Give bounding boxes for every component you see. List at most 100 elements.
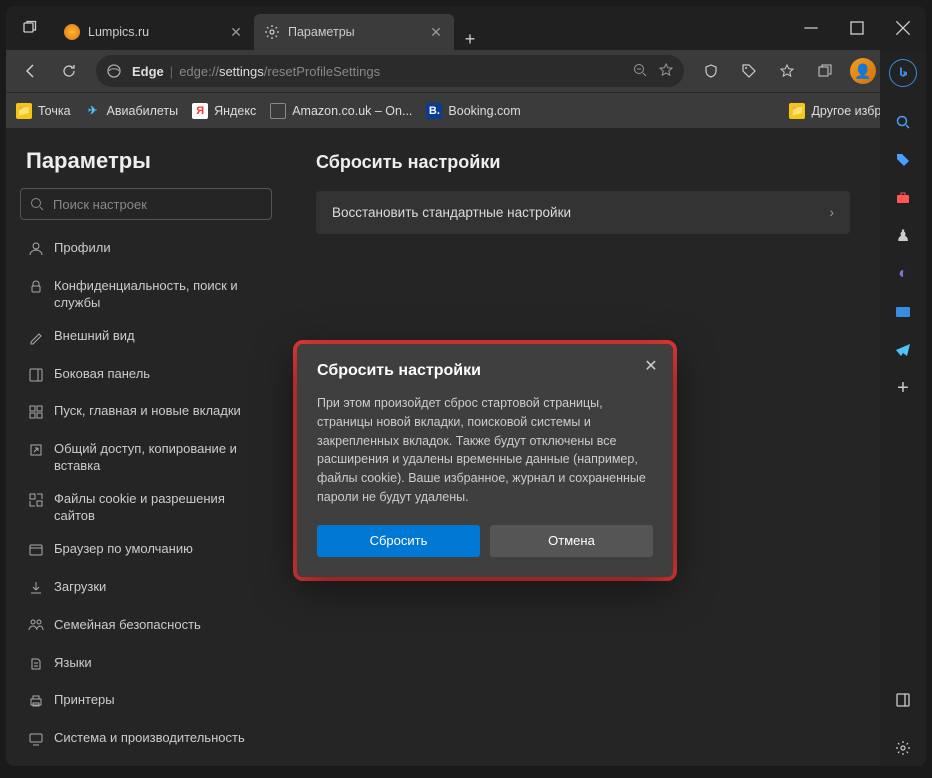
- nav-item-12[interactable]: Система и производительность: [20, 722, 272, 760]
- nav-icon: [28, 693, 44, 714]
- nav-icon: [28, 580, 44, 601]
- close-icon[interactable]: ✕: [428, 24, 444, 40]
- nav-item-3[interactable]: Боковая панель: [20, 358, 272, 396]
- nav-item-8[interactable]: Загрузки: [20, 571, 272, 609]
- tracking-button[interactable]: [694, 54, 728, 88]
- sidebar-telegram-button[interactable]: [880, 332, 926, 368]
- nav-label: Система и производительность: [54, 730, 245, 747]
- nav-icon: [28, 731, 44, 752]
- bing-chat-button[interactable]: [880, 50, 926, 96]
- tab-lumpics[interactable]: Lumpics.ru ✕: [54, 14, 254, 50]
- sidebar-shopping-button[interactable]: [880, 142, 926, 178]
- collections-button[interactable]: [808, 54, 842, 88]
- sidebar-search-button[interactable]: [880, 104, 926, 140]
- bookmark-tochka[interactable]: 📁Точка: [16, 103, 71, 119]
- bookmark-amazon[interactable]: Amazon.co.uk – On...: [270, 103, 412, 119]
- plane-icon: ✈: [85, 103, 101, 119]
- settings-search-input[interactable]: Поиск настроек: [20, 188, 272, 220]
- nav-item-9[interactable]: Семейная безопасность: [20, 609, 272, 647]
- favorites-button[interactable]: [770, 54, 804, 88]
- avatar-icon: 👤: [850, 58, 876, 84]
- toolbar: Edge | edge://settings/resetProfileSetti…: [6, 50, 926, 92]
- maximize-button[interactable]: [834, 6, 880, 50]
- nav-icon: [28, 442, 44, 463]
- main-title: Сбросить настройки: [316, 152, 850, 173]
- nav-label: Загрузки: [54, 579, 106, 596]
- nav-item-4[interactable]: Пуск, главная и новые вкладки: [20, 395, 272, 433]
- nav-icon: [28, 542, 44, 563]
- bookmark-booking[interactable]: B.Booking.com: [426, 103, 520, 119]
- sidebar-tools-button[interactable]: [880, 180, 926, 216]
- dialog-body: При этом произойдет сброс стартовой стра…: [317, 394, 653, 507]
- nav-label: Конфиденциальность, поиск и службы: [54, 278, 264, 312]
- nav-label: Пуск, главная и новые вкладки: [54, 403, 241, 420]
- nav-item-1[interactable]: Конфиденциальность, поиск и службы: [20, 270, 272, 320]
- nav-icon: [28, 492, 44, 513]
- dialog-close-button[interactable]: ✕: [641, 356, 661, 376]
- nav-item-2[interactable]: Внешний вид: [20, 320, 272, 358]
- edge-icon: [106, 63, 122, 79]
- gear-icon: [264, 24, 280, 40]
- nav-item-5[interactable]: Общий доступ, копирование и вставка: [20, 433, 272, 483]
- chevron-right-icon: ›: [830, 205, 835, 220]
- nav-label: Семейная безопасность: [54, 617, 201, 634]
- zoom-icon[interactable]: [632, 62, 648, 81]
- sidebar-outlook-button[interactable]: [880, 294, 926, 330]
- restore-defaults-row[interactable]: Восстановить стандартные настройки ›: [316, 191, 850, 234]
- nav-item-7[interactable]: Браузер по умолчанию: [20, 533, 272, 571]
- nav-item-6[interactable]: Файлы cookie и разрешения сайтов: [20, 483, 272, 533]
- nav-label: Боковая панель: [54, 366, 150, 383]
- bookmarks-bar: 📁Точка ✈Авиабилеты ЯЯндекс Amazon.co.uk …: [6, 92, 926, 128]
- close-button[interactable]: [880, 6, 926, 50]
- tabs: Lumpics.ru ✕ Параметры ✕ +: [54, 6, 788, 50]
- tab-actions-button[interactable]: [6, 6, 54, 50]
- nav-item-10[interactable]: Языки: [20, 647, 272, 685]
- close-icon[interactable]: ✕: [228, 24, 244, 40]
- nav-icon: [28, 367, 44, 388]
- sidebar-settings-button[interactable]: [880, 730, 926, 766]
- back-button[interactable]: [14, 54, 48, 88]
- minimize-button[interactable]: [788, 6, 834, 50]
- nav-item-13[interactable]: Сбросить настройки: [20, 760, 272, 766]
- window-controls: [788, 6, 926, 50]
- reset-button[interactable]: Сбросить: [317, 525, 480, 557]
- dialog-actions: Сбросить Отмена: [317, 525, 653, 557]
- refresh-button[interactable]: [52, 54, 86, 88]
- folder-icon: 📁: [789, 103, 805, 119]
- titlebar: Lumpics.ru ✕ Параметры ✕ +: [6, 6, 926, 50]
- tab-title: Параметры: [288, 25, 420, 39]
- sidebar-games-button[interactable]: ♟: [880, 218, 926, 254]
- url-text: edge://settings/resetProfileSettings: [179, 64, 380, 79]
- browser-window: Lumpics.ru ✕ Параметры ✕ + Edge | edg: [6, 6, 926, 766]
- profile-button[interactable]: 👤: [846, 54, 880, 88]
- favorite-icon[interactable]: [658, 62, 674, 81]
- address-bar[interactable]: Edge | edge://settings/resetProfileSetti…: [96, 55, 684, 87]
- nav-item-11[interactable]: Принтеры: [20, 684, 272, 722]
- settings-title: Параметры: [20, 148, 272, 174]
- new-tab-button[interactable]: +: [454, 29, 486, 50]
- nav-label: Языки: [54, 655, 92, 672]
- nav-label: Принтеры: [54, 692, 115, 709]
- reset-dialog: ✕ Сбросить настройки При этом произойдет…: [297, 344, 673, 577]
- nav-label: Браузер по умолчанию: [54, 541, 193, 558]
- nav-item-0[interactable]: Профили: [20, 232, 272, 270]
- yandex-icon: Я: [192, 103, 208, 119]
- tab-settings[interactable]: Параметры ✕: [254, 14, 454, 50]
- nav-label: Файлы cookie и разрешения сайтов: [54, 491, 264, 525]
- cancel-button[interactable]: Отмена: [490, 525, 653, 557]
- dialog-title: Сбросить настройки: [317, 362, 653, 380]
- price-button[interactable]: [732, 54, 766, 88]
- bookmark-yandex[interactable]: ЯЯндекс: [192, 103, 256, 119]
- bookmark-aviasales[interactable]: ✈Авиабилеты: [85, 103, 179, 119]
- nav-icon: [28, 618, 44, 639]
- tabs-icon: [22, 20, 38, 36]
- brand-label: Edge: [132, 64, 164, 79]
- highlight-annotation: ✕ Сбросить настройки При этом произойдет…: [293, 340, 677, 581]
- nav-icon: [28, 279, 44, 300]
- settings-sidebar: Параметры Поиск настроек Профили Конфиден…: [6, 128, 286, 766]
- nav-label: Внешний вид: [54, 328, 135, 345]
- sidebar-office-button[interactable]: ◐: [880, 256, 926, 292]
- edge-sidebar: ♟ ◐ +: [880, 50, 926, 766]
- sidebar-add-button[interactable]: +: [880, 370, 926, 406]
- sidebar-toggle-button[interactable]: [880, 682, 926, 718]
